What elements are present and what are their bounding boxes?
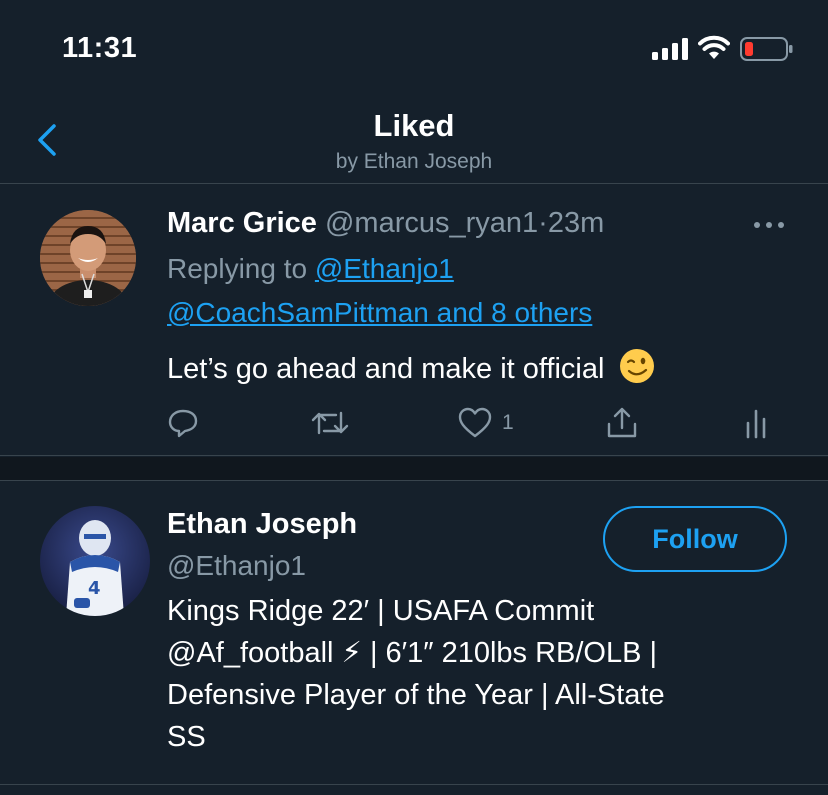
mention-link[interactable]: @Ethanjo1 — [315, 253, 454, 284]
tweet-header: Marc Grice @marcus_ryan1·23m — [167, 207, 604, 240]
more-options-icon[interactable] — [752, 215, 786, 235]
avatar-image: 4 — [40, 506, 150, 616]
avatar[interactable]: 4 — [40, 506, 150, 616]
wifi-icon — [698, 35, 730, 59]
avatar-image — [40, 210, 136, 306]
mention-others-link[interactable]: @CoachSamPittman and 8 others — [167, 297, 592, 328]
avatar[interactable] — [40, 210, 136, 306]
reply-icon — [168, 409, 198, 438]
reply-button[interactable] — [167, 403, 199, 443]
follow-button[interactable]: Follow — [603, 506, 787, 572]
replying-to-others: @CoachSamPittman and 8 others — [167, 297, 592, 329]
user-bio: Kings Ridge 22′ | USAFA Commit @Af_footb… — [167, 590, 787, 758]
bio-line: Defensive Player of the Year | All-State — [167, 679, 665, 711]
replying-to-prefix: Replying to — [167, 253, 315, 284]
status-bar: 11:31 — [0, 0, 828, 96]
bio-line: @Af_football ⚡ | 6′1″ 210lbs RB/OLB | — [167, 637, 658, 669]
bio-line: SS — [167, 721, 206, 753]
user-card[interactable]: 4 Ethan Joseph @Ethanjo1 Follow Kings Ri… — [0, 482, 828, 785]
replying-to: Replying to @Ethanjo1 — [167, 253, 454, 285]
tweet-actions: 1 — [0, 403, 828, 443]
tweet-time: 23m — [547, 207, 605, 239]
analytics-button[interactable] — [744, 403, 770, 443]
page-title: Liked — [373, 108, 455, 143]
tweet-author-name[interactable]: Marc Grice — [167, 207, 317, 239]
nav-header: Liked by Ethan Joseph — [0, 96, 828, 184]
page-subtitle: by Ethan Joseph — [335, 150, 493, 173]
status-time: 11:31 — [62, 32, 138, 64]
tweet[interactable]: Marc Grice @marcus_ryan1·23m Replying to… — [0, 185, 828, 456]
winking-face-icon — [619, 349, 654, 383]
like-button[interactable]: 1 — [458, 403, 514, 443]
retweet-button[interactable] — [310, 403, 350, 443]
tweet-author-handle[interactable]: @marcus_ryan1 — [325, 207, 538, 239]
svg-text:4: 4 — [88, 578, 101, 599]
retweet-icon — [311, 411, 349, 435]
user-handle[interactable]: @Ethanjo1 — [167, 550, 306, 582]
heart-icon — [458, 407, 492, 438]
battery-icon — [740, 37, 793, 61]
tweet-text: Let’s go ahead and make it official — [167, 348, 655, 386]
bio-line: Kings Ridge 22′ | USAFA Commit — [167, 595, 595, 627]
tweet-separator: · — [538, 207, 548, 239]
tweet-body: Let’s go ahead and make it official — [167, 353, 605, 385]
like-count: 1 — [502, 411, 514, 434]
share-button[interactable] — [605, 403, 639, 443]
analytics-icon — [746, 409, 766, 439]
user-name[interactable]: Ethan Joseph — [167, 508, 357, 541]
section-divider — [0, 457, 828, 481]
share-icon — [607, 407, 637, 438]
cellular-signal-icon — [652, 38, 688, 60]
